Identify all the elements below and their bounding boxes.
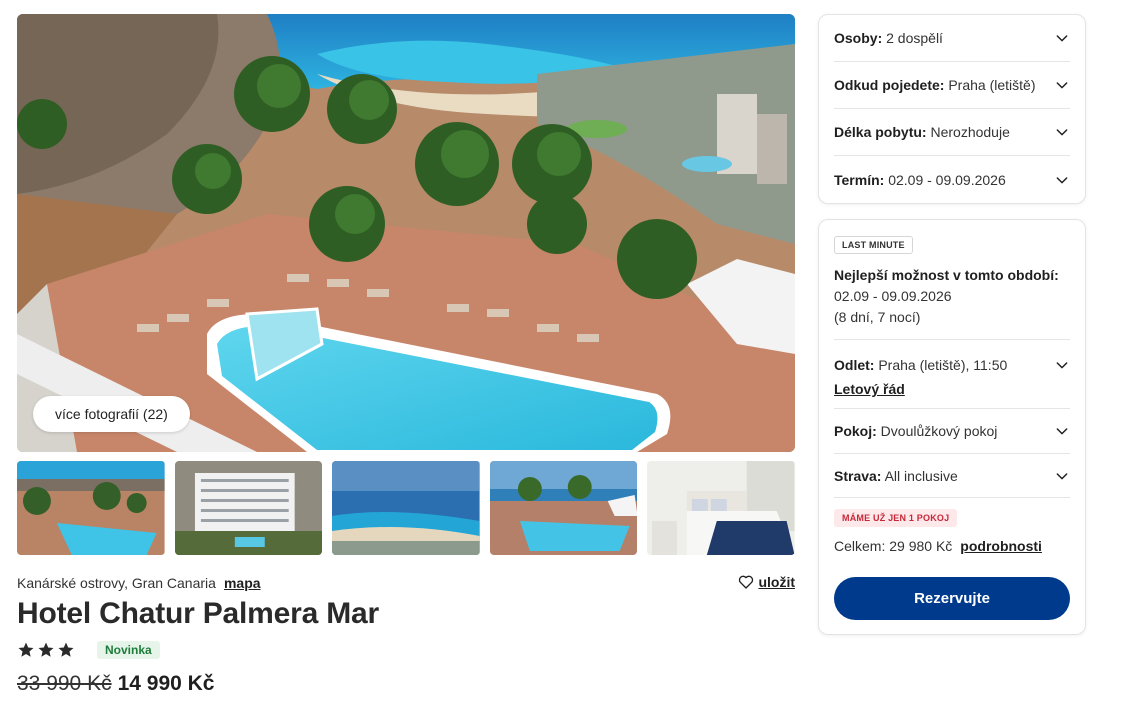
hotel-pool-image [17, 14, 795, 452]
length-value: Nerozhoduje [930, 124, 1010, 140]
book-button[interactable]: Rezervujte [834, 577, 1070, 620]
date-value: 02.09 - 09.09.2026 [888, 171, 1006, 188]
chevron-down-icon [1056, 35, 1068, 42]
board-value: All inclusive [884, 467, 958, 484]
room-select[interactable]: Pokoj: Dvoulůžkový pokoj [834, 408, 1070, 453]
last-minute-badge: LAST MINUTE [834, 236, 913, 254]
thumbnail-beach-image [332, 461, 480, 555]
thumbnail-4[interactable] [489, 461, 638, 555]
departure-label: Odkud pojedete: [834, 77, 945, 93]
star-icon [18, 642, 34, 657]
thumbnail-3[interactable] [332, 461, 480, 555]
chevron-down-icon [1056, 176, 1068, 183]
flight-select[interactable]: Odlet: Praha (letiště), 11:50 Letový řád [834, 339, 1070, 408]
chevron-down-icon [1056, 428, 1068, 435]
length-label: Délka pobytu: [834, 124, 927, 140]
divider [834, 497, 1070, 498]
hotel-title: Hotel Chatur Palmera Mar [17, 597, 379, 630]
thumbnail-2[interactable] [174, 461, 323, 555]
details-link[interactable]: podrobnosti [960, 538, 1042, 554]
board-label: Strava: [834, 467, 882, 484]
chevron-down-icon [1056, 129, 1068, 136]
heart-icon [739, 575, 754, 589]
star-icon [38, 642, 54, 657]
search-filters-card: Osoby: 2 dospělí Odkud pojedete: Praha (… [818, 14, 1086, 204]
price-new: 14 990 Kč [117, 672, 215, 695]
price-old: 33 990 Kč [17, 672, 112, 695]
main-photo[interactable]: více fotografií (22) [17, 14, 795, 452]
more-photos-label: více fotografií (22) [55, 406, 168, 422]
length-select[interactable]: Délka pobytu: Nerozhoduje [834, 109, 1070, 156]
best-option-dates: 02.09 - 09.09.2026 [834, 288, 952, 304]
more-photos-button[interactable]: více fotografií (22) [33, 396, 190, 432]
thumbnail-room-image [647, 461, 795, 555]
chevron-down-icon [1056, 472, 1068, 479]
save-button[interactable]: uložit [738, 574, 795, 590]
thumbnail-pool-image [17, 461, 165, 555]
total-label: Celkem: 29 980 Kč [834, 538, 953, 554]
persons-label: Osoby: [834, 30, 883, 46]
thumbnail-strip [17, 461, 795, 555]
offer-details: Odlet: Praha (letiště), 11:50 Letový řád… [834, 339, 1070, 498]
thumbnail-terrace-image [489, 461, 638, 555]
map-link[interactable]: mapa [224, 575, 261, 591]
flight-schedule-link[interactable]: Letový řád [834, 377, 1007, 401]
flight-value: Praha (letiště), 11:50 [878, 357, 1008, 373]
room-value: Dvoulůžkový pokoj [880, 423, 998, 439]
departure-select[interactable]: Odkud pojedete: Praha (letiště) [834, 62, 1070, 109]
location-text: Kanárské ostrovy, Gran Canaria [17, 575, 216, 591]
best-option-nights: (8 dní, 7 nocí) [834, 309, 921, 325]
total-price: Celkem: 29 980 Kč podrobnosti [834, 538, 1042, 554]
availability-alert: MÁME UŽ JEN 1 POKOJ [834, 509, 958, 527]
save-label: uložit [758, 574, 795, 590]
date-select[interactable]: Termín: 02.09 - 09.09.2026 [834, 156, 1070, 203]
board-select[interactable]: Strava: All inclusive [834, 453, 1070, 497]
thumbnail-1[interactable] [17, 461, 165, 555]
best-option: Nejlepší možnost v tomto období: 02.09 -… [834, 265, 1074, 328]
chevron-down-icon [1056, 82, 1068, 89]
date-label: Termín: [834, 171, 885, 188]
best-option-title: Nejlepší možnost v tomto období: [834, 267, 1059, 283]
thumbnail-5[interactable] [647, 461, 795, 555]
location: Kanárské ostrovy, Gran Canaria mapa [17, 575, 261, 591]
rating-row: Novinka [17, 641, 160, 659]
persons-value: 2 dospělí [886, 30, 943, 46]
persons-select[interactable]: Osoby: 2 dospělí [834, 15, 1070, 62]
thumbnail-building-image [174, 461, 323, 555]
price-row: 33 990 Kč 14 990 Kč [17, 672, 215, 696]
star-icon [58, 642, 74, 657]
chevron-down-icon [1056, 362, 1068, 369]
room-label: Pokoj: [834, 423, 877, 439]
new-badge: Novinka [97, 641, 160, 659]
flight-label: Odlet: [834, 357, 875, 373]
departure-value: Praha (letiště) [948, 77, 1036, 93]
offer-card: LAST MINUTE Nejlepší možnost v tomto obd… [818, 219, 1086, 635]
